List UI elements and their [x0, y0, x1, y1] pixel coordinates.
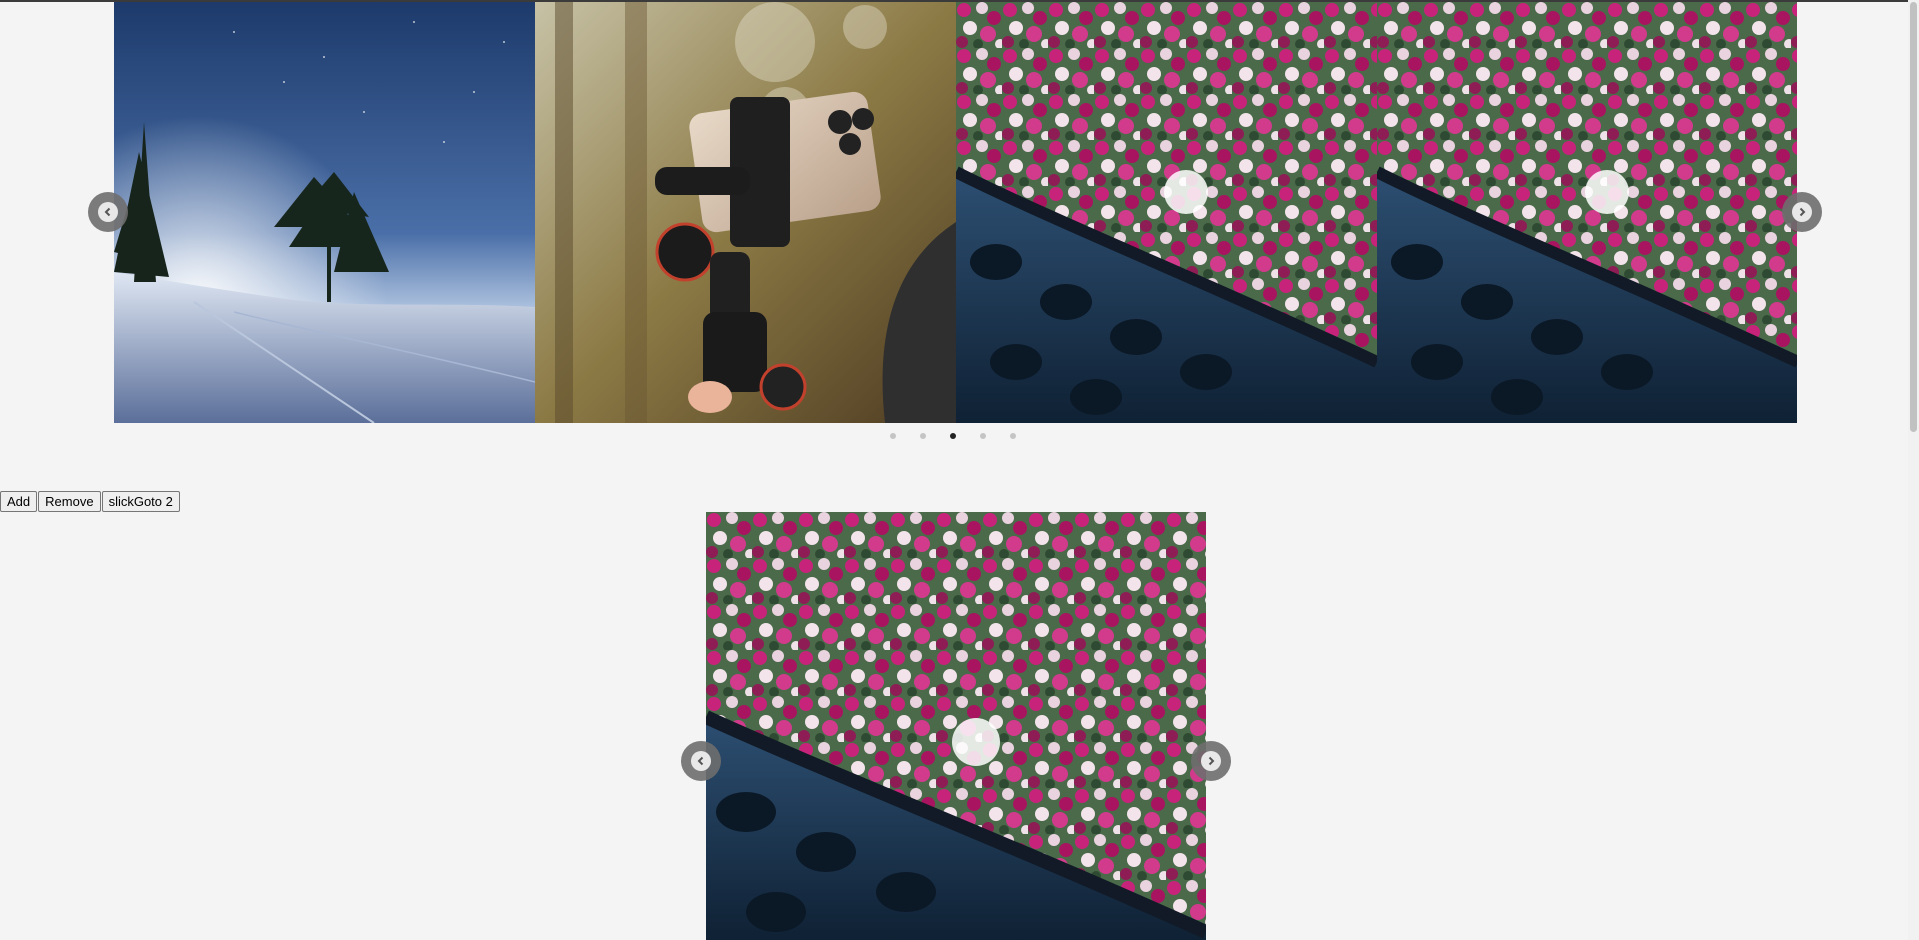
add-button[interactable]: Add	[0, 491, 38, 512]
carousel-dot-4[interactable]	[979, 432, 987, 440]
chevron-left-icon	[98, 202, 118, 222]
carousel-slide-bougainvillea-1[interactable]	[956, 2, 1377, 423]
phone-gimbal-image	[535, 2, 956, 423]
carousel-slide-snowy-landscape[interactable]	[114, 2, 535, 423]
carousel-bottom	[706, 512, 1206, 940]
carousel-top	[114, 2, 1797, 423]
bougainvillea-image[interactable]	[706, 512, 1206, 940]
carousel-bottom-next-button[interactable]	[1191, 741, 1231, 781]
carousel-top-dots	[889, 432, 1017, 440]
carousel-dot-5[interactable]	[1009, 432, 1017, 440]
carousel-slide-phone-gimbal[interactable]	[535, 2, 956, 423]
carousel-dot-3[interactable]	[949, 432, 957, 440]
chevron-right-icon	[1792, 202, 1812, 222]
carousel-controls: Add Remove slickGoto 2	[0, 491, 180, 512]
carousel-slide-bougainvillea-2[interactable]	[1377, 2, 1797, 423]
carousel-dot-2[interactable]	[919, 432, 927, 440]
chevron-right-icon	[1201, 751, 1221, 771]
slick-goto-button[interactable]: slickGoto 2	[101, 491, 180, 512]
carousel-bottom-prev-button[interactable]	[681, 741, 721, 781]
snowy-landscape-image	[114, 2, 535, 423]
carousel-top-prev-button[interactable]	[88, 192, 128, 232]
carousel-top-next-button[interactable]	[1782, 192, 1822, 232]
page-scrollbar[interactable]	[1908, 0, 1919, 940]
bougainvillea-image	[1377, 2, 1797, 423]
bougainvillea-image	[956, 2, 1377, 423]
scrollbar-thumb[interactable]	[1910, 2, 1917, 432]
chevron-left-icon	[691, 751, 711, 771]
carousel-dot-1[interactable]	[889, 432, 897, 440]
remove-button[interactable]: Remove	[38, 491, 101, 512]
